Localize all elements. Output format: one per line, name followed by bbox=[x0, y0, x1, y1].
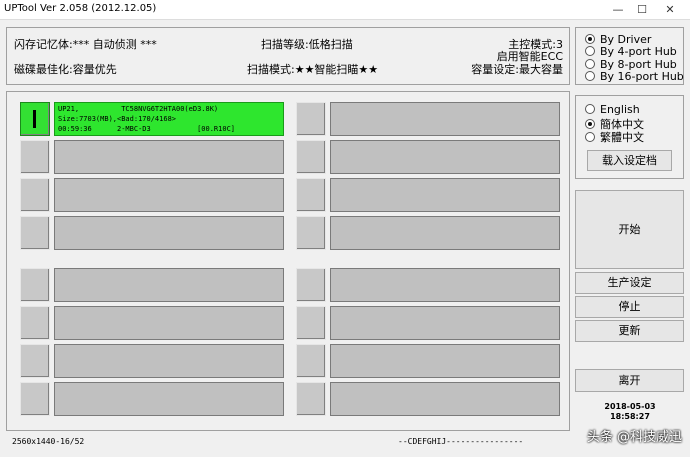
slot-indicator bbox=[296, 382, 326, 416]
slot-indicator bbox=[296, 102, 326, 136]
slot-indicator bbox=[296, 344, 326, 378]
date-text: 2018-05-03 bbox=[604, 402, 656, 411]
slot-indicator bbox=[296, 268, 326, 302]
capacity-setting-text: 容量设定:最大容量 bbox=[471, 63, 563, 76]
active-marker-icon bbox=[33, 110, 36, 128]
radio-dot-icon bbox=[585, 119, 595, 129]
exit-button[interactable]: 离开 bbox=[575, 369, 684, 392]
radio-simplified-chinese[interactable]: 簡体中文 bbox=[585, 116, 644, 131]
load-config-button[interactable]: 载入设定档 bbox=[587, 150, 672, 171]
slot-status-box-active: UP21, TC58NVG6T2HTA00(eD3.8K) Size:7703(M… bbox=[54, 102, 284, 136]
radio-dot-icon bbox=[585, 71, 595, 81]
slot-status-box bbox=[54, 216, 284, 250]
flash-info-text: 闪存记忆体:*** 自动侦测 *** bbox=[14, 38, 157, 51]
stop-button[interactable]: 停止 bbox=[575, 296, 684, 318]
slot-indicator bbox=[296, 306, 326, 340]
slot-indicator bbox=[296, 178, 326, 212]
drive-letters-status: --CDEFGHIJ---------------- bbox=[398, 437, 524, 446]
slot-status-box bbox=[54, 140, 284, 174]
info-panel: 闪存记忆体:*** 自动侦测 *** 扫描等级:低格扫描 主控模式:3 启用智能… bbox=[6, 27, 570, 85]
watermark-text: 头条 @科技威迅 bbox=[586, 430, 682, 445]
start-button[interactable]: 开始 bbox=[575, 190, 684, 269]
slot-indicator bbox=[20, 216, 50, 250]
slot-status-box bbox=[330, 178, 560, 212]
maximize-button[interactable]: ☐ bbox=[628, 0, 656, 19]
radio-by-16-port-hub[interactable]: By 16-port Hub bbox=[585, 70, 684, 83]
close-button[interactable]: ✕ bbox=[656, 0, 684, 19]
slot-indicator bbox=[20, 382, 50, 416]
slot-status-box bbox=[54, 382, 284, 416]
radio-dot-icon bbox=[585, 104, 595, 114]
slot-indicator bbox=[20, 140, 50, 174]
slot-status-box bbox=[330, 268, 560, 302]
title-bar: UPTool Ver 2.058 (2012.12.05) — ☐ ✕ bbox=[0, 0, 690, 20]
production-settings-button[interactable]: 生产设定 bbox=[575, 272, 684, 294]
slot-indicator-active bbox=[20, 102, 50, 136]
slot-status-box bbox=[330, 216, 560, 250]
radio-by-4-port-hub[interactable]: By 4-port Hub bbox=[585, 45, 677, 58]
language-panel: English 簡体中文 繁體中文 载入设定档 bbox=[575, 95, 684, 179]
slot-status-box bbox=[54, 268, 284, 302]
radio-dot-icon bbox=[585, 34, 595, 44]
hub-options-panel: By Driver By 4-port Hub By 8-port Hub By… bbox=[575, 27, 684, 85]
slot-status-box bbox=[54, 178, 284, 212]
radio-english[interactable]: English bbox=[585, 103, 640, 116]
radio-traditional-chinese[interactable]: 繁體中文 bbox=[585, 129, 644, 144]
update-button[interactable]: 更新 bbox=[575, 320, 684, 342]
slot-status-box bbox=[330, 382, 560, 416]
slot-status-box bbox=[330, 140, 560, 174]
slot-indicator bbox=[20, 268, 50, 302]
slot-status-box bbox=[54, 344, 284, 378]
active-slot-line1: UP21, TC58NVG6T2HTA00(eD3.8K) bbox=[58, 105, 219, 113]
disk-optimize-text: 磁碟最佳化:容量优先 bbox=[14, 63, 117, 76]
slot-indicator bbox=[296, 216, 326, 250]
slot-status-box bbox=[330, 306, 560, 340]
slot-indicator bbox=[20, 306, 50, 340]
resolution-status: 2560x1440-16/52 bbox=[12, 437, 85, 446]
radio-dot-icon bbox=[585, 59, 595, 69]
radio-dot-icon bbox=[585, 46, 595, 56]
scan-level-text: 扫描等级:低格扫描 bbox=[261, 38, 353, 51]
slot-status-box bbox=[330, 344, 560, 378]
radio-dot-icon bbox=[585, 132, 595, 142]
active-slot-line3: 00:59:36 2-MBC-D3 [00.R10C] bbox=[58, 125, 236, 133]
slot-indicator bbox=[20, 344, 50, 378]
active-slot-line2: Size:7703(MB),<Bad:170/4168> bbox=[58, 115, 177, 123]
slot-indicator bbox=[296, 140, 326, 174]
time-text: 18:58:27 bbox=[610, 412, 650, 421]
slot-status-box bbox=[54, 306, 284, 340]
slot-indicator bbox=[20, 178, 50, 212]
window-title: UPTool Ver 2.058 (2012.12.05) bbox=[4, 3, 157, 14]
scan-mode-text: 扫描模式:★★智能扫瞄★★ bbox=[247, 63, 379, 76]
slot-status-box bbox=[330, 102, 560, 136]
